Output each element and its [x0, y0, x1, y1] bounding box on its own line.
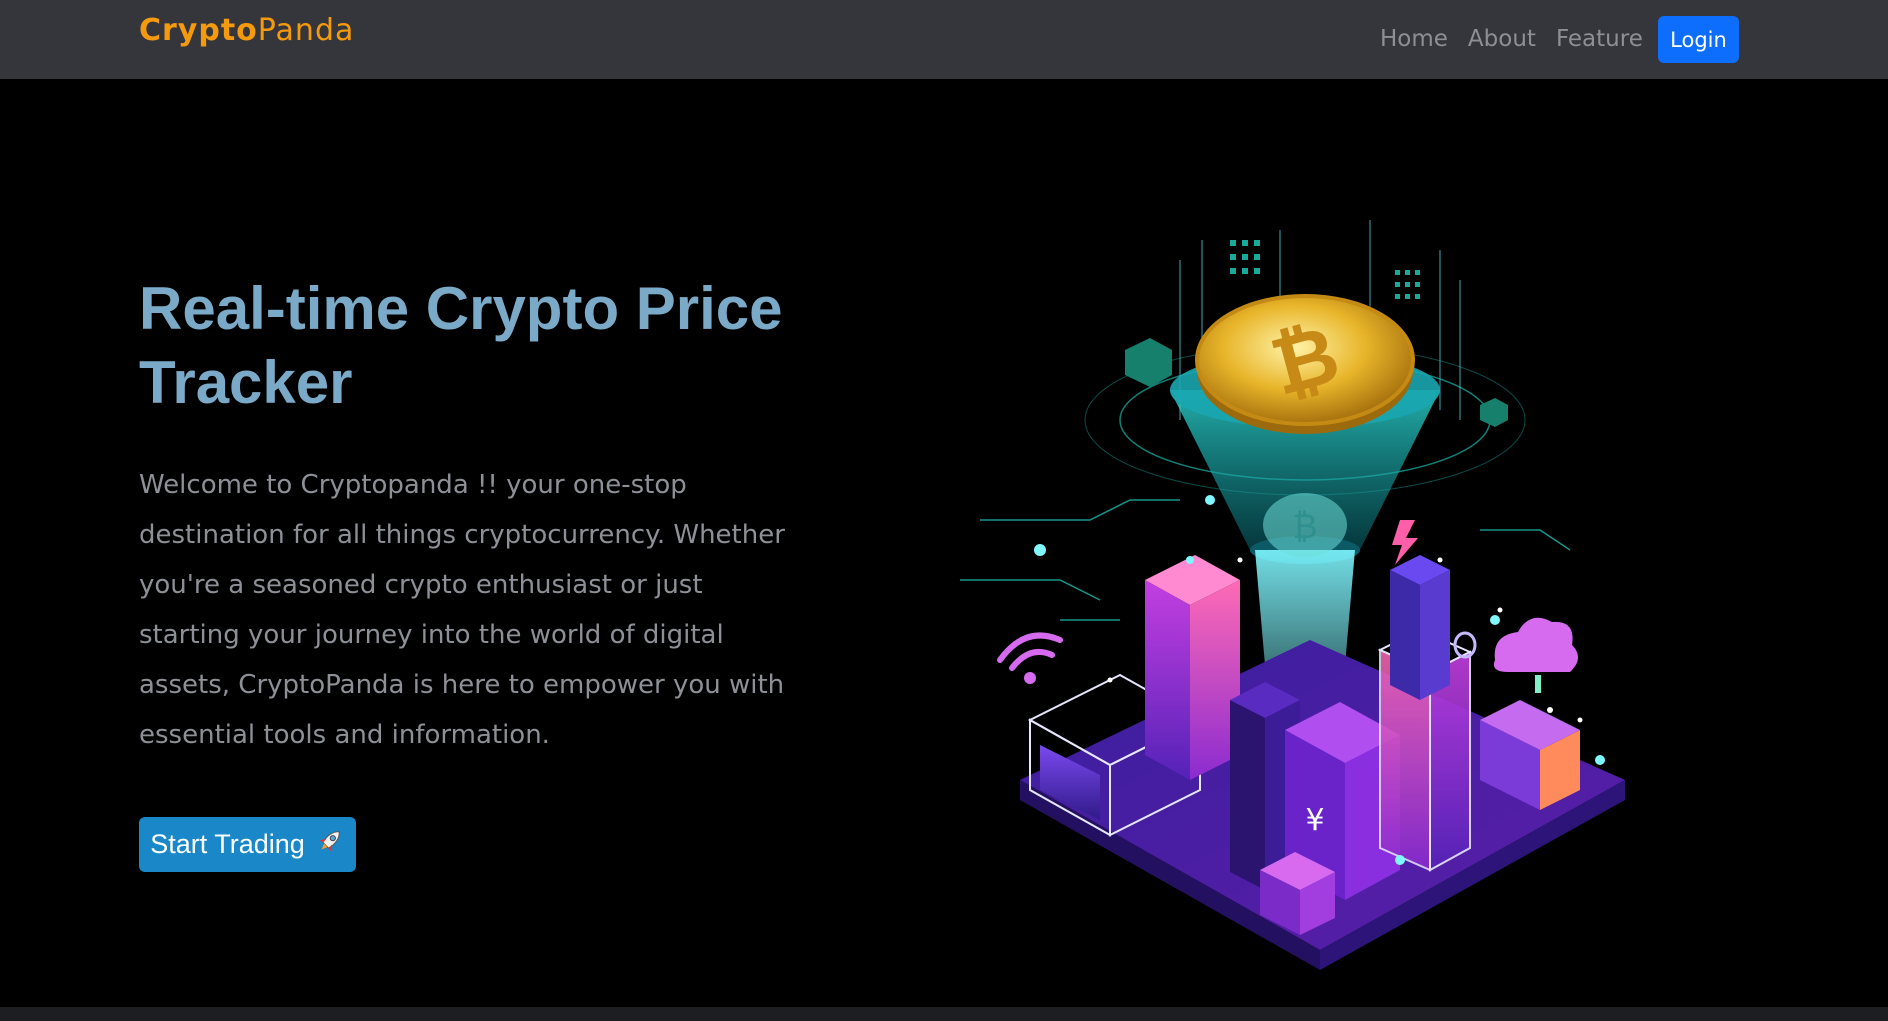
- nav-link-about[interactable]: About: [1468, 26, 1536, 52]
- rocket-icon: [315, 826, 345, 863]
- start-trading-label: Start Trading: [150, 829, 305, 859]
- brand-name-part-2: Panda: [257, 13, 355, 48]
- hero-title: Real-time Crypto Price Tracker: [139, 275, 783, 416]
- brand-logo[interactable]: CryptoPanda: [139, 13, 354, 48]
- hero-description: Welcome to Cryptopanda !! your one-stop …: [139, 470, 785, 750]
- brand-name-part-1: Crypto: [139, 13, 258, 48]
- svg-text:¥: ¥: [1305, 803, 1324, 838]
- svg-text:₿: ₿: [1292, 507, 1317, 547]
- top-navbar: CryptoPanda Home About Feature Login: [0, 0, 1888, 79]
- nav-link-feature[interactable]: Feature: [1556, 26, 1643, 52]
- start-trading-button[interactable]: Start Trading: [139, 817, 356, 872]
- footer-strip: [0, 1007, 1888, 1021]
- login-button[interactable]: Login: [1658, 16, 1739, 63]
- crypto-city-illustration-icon: ₿ ₿ ¥: [940, 220, 1640, 980]
- nav-link-home[interactable]: Home: [1380, 26, 1448, 52]
- nav-links: Home About Feature: [1380, 26, 1643, 52]
